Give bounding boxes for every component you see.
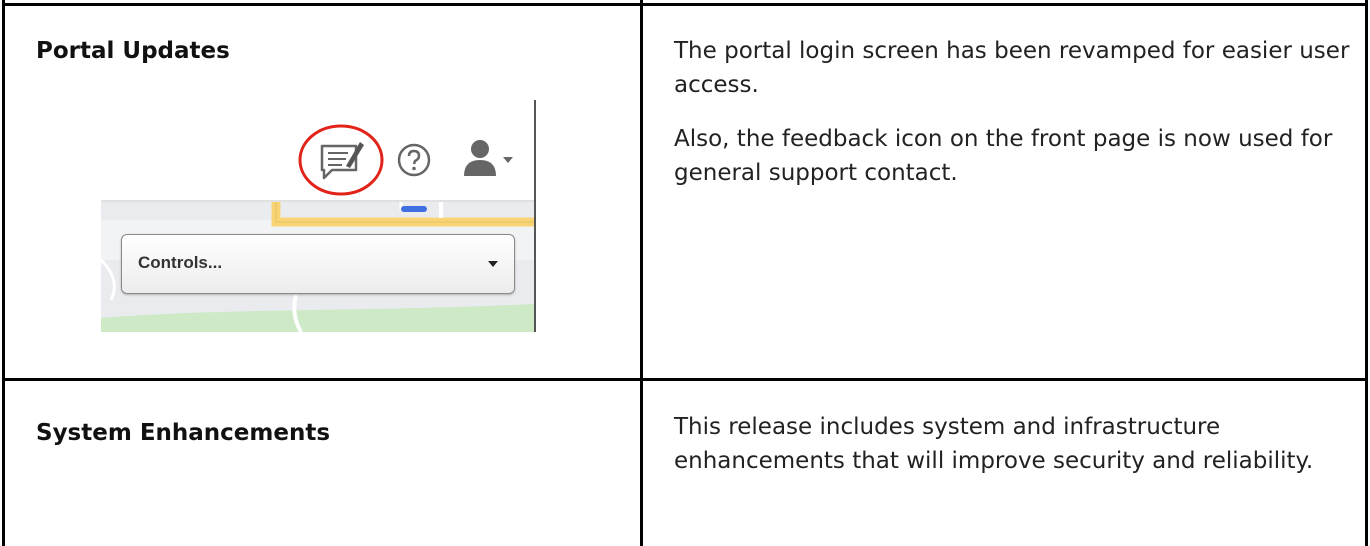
row-text-system-enhancements: This release includes system and infrast… — [674, 414, 1314, 474]
table-border-left — [2, 0, 5, 546]
row-heading-system-enhancements: System Enhancements — [36, 420, 331, 446]
table-border-middle — [640, 0, 643, 546]
table-row-divider — [2, 378, 1368, 381]
user-icon[interactable] — [462, 138, 498, 178]
caret-down-icon — [488, 261, 498, 267]
row-heading-portal-updates: Portal Updates — [36, 38, 230, 64]
table-border-right — [1365, 0, 1368, 546]
controls-dropdown[interactable]: Controls... — [121, 234, 515, 294]
feedback-icon[interactable] — [296, 122, 386, 198]
controls-dropdown-label: Controls... — [138, 253, 223, 272]
table-border-top — [2, 3, 1368, 6]
toolbar-divider — [101, 200, 535, 202]
row-text-portal-updates-1: The portal login screen has been revampe… — [674, 38, 1350, 98]
row-text-portal-updates-2: Also, the feedback icon on the front pag… — [674, 126, 1333, 186]
chevron-down-icon[interactable] — [502, 156, 514, 164]
help-icon[interactable] — [396, 142, 432, 178]
screenshot-edge — [534, 100, 536, 332]
